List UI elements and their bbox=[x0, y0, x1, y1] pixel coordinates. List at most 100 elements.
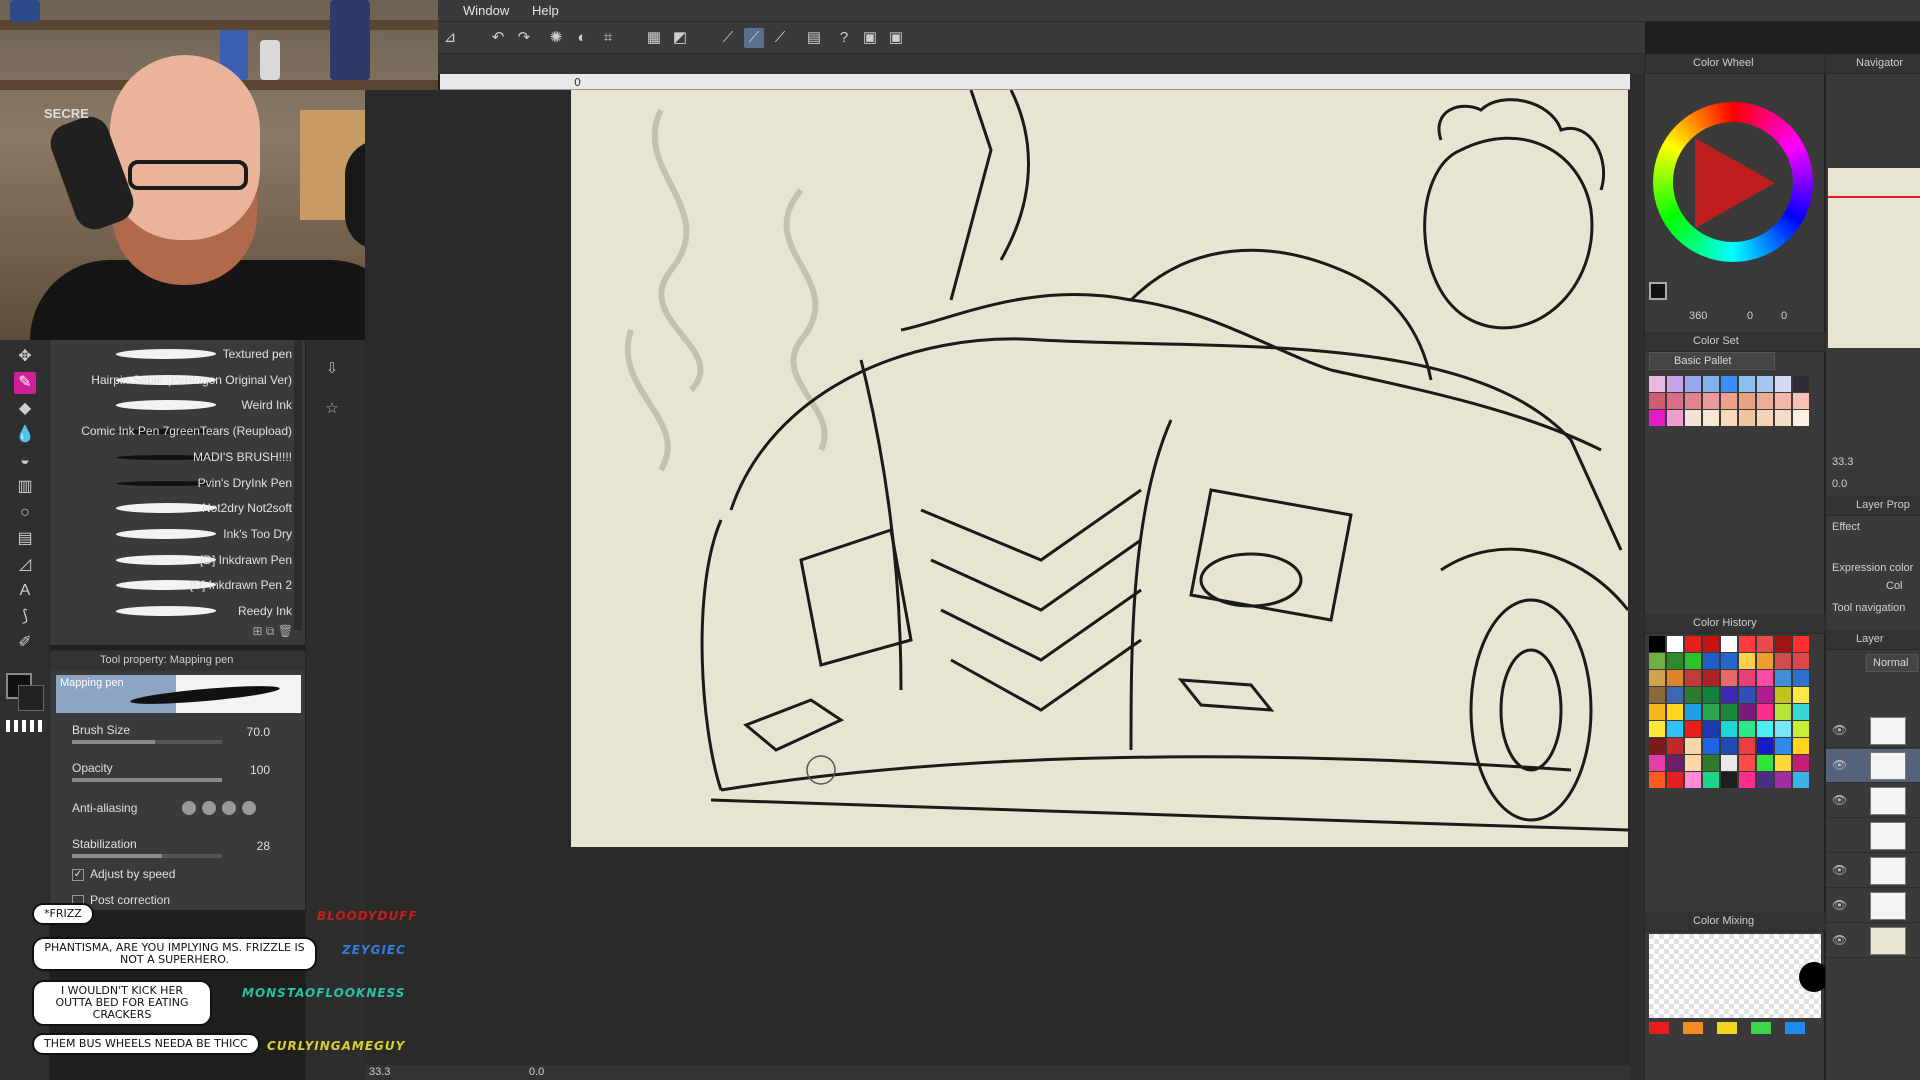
color-history-swatch[interactable] bbox=[1775, 636, 1791, 652]
brush-item[interactable]: Pvin's DryInk Pen bbox=[60, 471, 300, 496]
brush-size-row[interactable]: Brush Size 70.0 bbox=[70, 723, 300, 753]
balloon-tool-icon[interactable]: ⟆ bbox=[14, 606, 36, 628]
color-history-swatch[interactable] bbox=[1703, 653, 1719, 669]
brush-item[interactable]: Not2dry Not2soft bbox=[60, 496, 300, 521]
snap-to-special-ruler-icon[interactable]: ⟋ bbox=[744, 28, 764, 48]
color-history-swatch[interactable] bbox=[1721, 636, 1737, 652]
transparent-color-swatch[interactable] bbox=[6, 720, 46, 732]
mixing-color-chip[interactable] bbox=[1751, 1022, 1771, 1034]
eye-icon[interactable]: 👁 bbox=[1832, 723, 1847, 737]
color-history-swatch[interactable] bbox=[1739, 636, 1755, 652]
current-color-swatch[interactable] bbox=[1649, 282, 1667, 300]
color-history-swatch[interactable] bbox=[1649, 755, 1665, 771]
color-history-swatch[interactable] bbox=[1685, 670, 1701, 686]
color-history-swatch[interactable] bbox=[1721, 704, 1737, 720]
color-history-swatch[interactable] bbox=[1739, 653, 1755, 669]
stabilization-slider[interactable] bbox=[72, 854, 222, 858]
menu-window[interactable]: Window bbox=[463, 3, 509, 18]
brush-item[interactable]: [D] Inkdrawn Pen 2 bbox=[60, 573, 300, 598]
color-history-swatch[interactable] bbox=[1775, 772, 1791, 788]
antialias-row[interactable]: Anti-aliasing bbox=[70, 801, 300, 831]
layer-row[interactable]: 👁 bbox=[1826, 784, 1920, 818]
color-history-swatch[interactable] bbox=[1703, 755, 1719, 771]
loading-icon[interactable]: ✺ bbox=[546, 28, 566, 48]
color-history-swatch[interactable] bbox=[1793, 653, 1809, 669]
redo-icon[interactable]: ↷ bbox=[514, 28, 534, 48]
undo-icon[interactable]: ↶ bbox=[488, 28, 508, 48]
mixing-color-chip[interactable] bbox=[1683, 1022, 1703, 1034]
color-set-swatch[interactable] bbox=[1649, 393, 1665, 409]
color-history-swatch[interactable] bbox=[1703, 721, 1719, 737]
expression-color-value[interactable]: Col bbox=[1886, 580, 1903, 592]
color-history-swatch[interactable] bbox=[1757, 738, 1773, 754]
color-set-swatch[interactable] bbox=[1721, 393, 1737, 409]
color-wheel-header[interactable]: Color Wheel bbox=[1645, 54, 1825, 74]
color-history-swatch[interactable] bbox=[1703, 687, 1719, 703]
color-set-swatch[interactable] bbox=[1685, 393, 1701, 409]
color-history-swatch[interactable] bbox=[1649, 636, 1665, 652]
menu-help[interactable]: Help bbox=[532, 3, 559, 18]
color-history-swatch[interactable] bbox=[1667, 670, 1683, 686]
brush-item[interactable]: [D] Inkdrawn Pen bbox=[60, 548, 300, 573]
blend-mode-select[interactable]: Normal bbox=[1866, 654, 1918, 672]
pen-tool-icon[interactable]: ✎ bbox=[14, 372, 36, 394]
adjust-by-speed-checkbox[interactable]: ✓ bbox=[72, 868, 84, 881]
brush-item[interactable]: Comic Ink Pen 7greenTears (Reupload) bbox=[60, 419, 300, 444]
color-history-swatch[interactable] bbox=[1793, 687, 1809, 703]
color-history-swatch[interactable] bbox=[1757, 670, 1773, 686]
color-history-swatch[interactable] bbox=[1703, 704, 1719, 720]
opacity-value[interactable]: 100 bbox=[250, 763, 270, 777]
color-history-swatch[interactable] bbox=[1685, 772, 1701, 788]
color-history-swatch[interactable] bbox=[1721, 687, 1737, 703]
color-history-swatch[interactable] bbox=[1703, 670, 1719, 686]
favorite-brush-icon[interactable]: ☆ bbox=[321, 398, 343, 420]
color-history-swatch[interactable] bbox=[1649, 687, 1665, 703]
color-history-swatch[interactable] bbox=[1721, 721, 1737, 737]
color-history-swatch[interactable] bbox=[1649, 738, 1665, 754]
eye-icon[interactable]: 👁 bbox=[1832, 863, 1847, 877]
color-history-swatch[interactable] bbox=[1649, 670, 1665, 686]
layer-property-header[interactable]: Layer Prop bbox=[1826, 496, 1920, 516]
sub-color-swatch[interactable] bbox=[18, 685, 44, 711]
add-brush-icon[interactable]: ⊞ bbox=[252, 624, 262, 638]
color-history-swatch[interactable] bbox=[1703, 772, 1719, 788]
color-history-swatch[interactable] bbox=[1685, 653, 1701, 669]
mixing-color-chip[interactable] bbox=[1717, 1022, 1737, 1034]
color-history-swatch[interactable] bbox=[1703, 636, 1719, 652]
delete-brush-icon[interactable]: 🗑 bbox=[278, 624, 293, 638]
layer-row[interactable]: 👁 bbox=[1826, 714, 1920, 748]
color-set-swatch[interactable] bbox=[1667, 376, 1683, 392]
window-icon[interactable]: ▣ bbox=[860, 28, 880, 48]
selection-icon[interactable]: ▦ bbox=[644, 28, 664, 48]
color-set-swatch[interactable] bbox=[1739, 410, 1755, 426]
brush-item[interactable]: Reedy Ink bbox=[60, 599, 300, 624]
color-history-swatch[interactable] bbox=[1667, 721, 1683, 737]
color-history-swatch[interactable] bbox=[1685, 687, 1701, 703]
color-history-swatch[interactable] bbox=[1793, 636, 1809, 652]
saturation-value-triangle[interactable] bbox=[1695, 138, 1775, 228]
color-history-swatch[interactable] bbox=[1685, 755, 1701, 771]
color-history-swatch[interactable] bbox=[1667, 772, 1683, 788]
navigator-header[interactable]: Navigator bbox=[1826, 54, 1920, 74]
color-history-swatch[interactable] bbox=[1793, 721, 1809, 737]
color-history-swatch[interactable] bbox=[1775, 653, 1791, 669]
vertical-scrollbar[interactable] bbox=[1630, 74, 1644, 1080]
clipboard-icon[interactable]: ▤ bbox=[804, 28, 824, 48]
color-history-swatch[interactable] bbox=[1667, 687, 1683, 703]
color-set-swatch[interactable] bbox=[1721, 376, 1737, 392]
import-brush-icon[interactable]: ⇩ bbox=[321, 358, 343, 380]
color-set-swatch[interactable] bbox=[1721, 410, 1737, 426]
color-history-swatch[interactable] bbox=[1685, 721, 1701, 737]
navigator-zoom[interactable]: 33.3 bbox=[1832, 456, 1853, 468]
layer-header[interactable]: Layer bbox=[1826, 630, 1920, 650]
color-set-swatch[interactable] bbox=[1775, 376, 1791, 392]
color-history-swatch[interactable] bbox=[1793, 704, 1809, 720]
color-history-swatch[interactable] bbox=[1721, 738, 1737, 754]
color-set-swatch[interactable] bbox=[1703, 410, 1719, 426]
layer-row[interactable]: 👁 bbox=[1826, 749, 1920, 783]
color-history-swatch[interactable] bbox=[1667, 738, 1683, 754]
color-history-swatch[interactable] bbox=[1667, 653, 1683, 669]
color-set-swatch[interactable] bbox=[1757, 376, 1773, 392]
frame-tool-icon[interactable]: ▤ bbox=[14, 528, 36, 550]
color-history-swatch[interactable] bbox=[1649, 772, 1665, 788]
